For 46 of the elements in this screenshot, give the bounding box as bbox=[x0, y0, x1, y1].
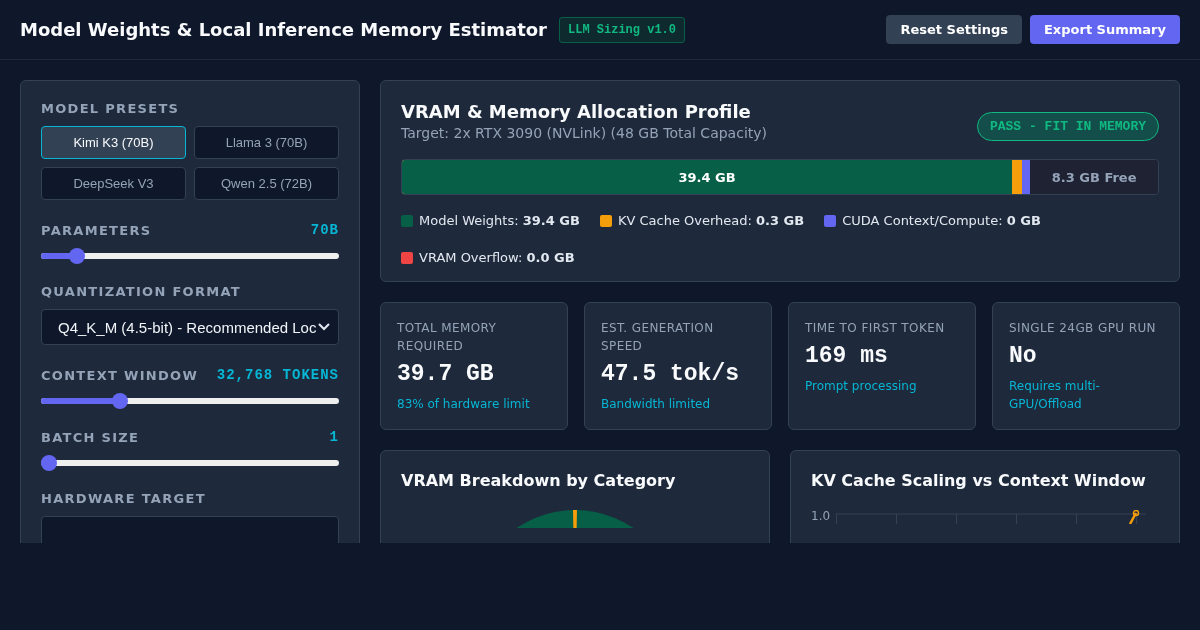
preset-button[interactable]: Llama 3 (70B) bbox=[194, 126, 339, 159]
free-label: 8.3 GB Free bbox=[1051, 169, 1137, 185]
stat-note: Requires multi-GPU/Offload bbox=[1009, 378, 1101, 413]
section-label: HARDWARE TARGET bbox=[41, 491, 207, 506]
card-title: KV Cache Scaling vs Context Window bbox=[811, 471, 1147, 490]
preset-button[interactable]: DeepSeek V3 bbox=[41, 167, 186, 200]
preset-button[interactable]: Qwen 2.5 (72B) bbox=[194, 167, 339, 200]
slider[interactable] bbox=[41, 455, 339, 471]
stat-note: Prompt processing bbox=[805, 378, 918, 395]
section-label: CONTEXT WINDOW bbox=[41, 367, 199, 383]
stat-value: 169 ms bbox=[805, 343, 889, 369]
legend-label: Model Weights: 39.4 GB bbox=[419, 213, 580, 228]
export-button[interactable]: Export Summary bbox=[1029, 15, 1180, 44]
card-title: VRAM Breakdown by Category bbox=[401, 471, 677, 490]
preset-button[interactable]: Kimi K3 (70B) bbox=[41, 126, 186, 159]
stat-value: 39.7 GB bbox=[397, 361, 495, 387]
reset-button[interactable]: Reset Settings bbox=[886, 15, 1022, 44]
chevron-down-icon bbox=[318, 323, 330, 331]
version-badge: LLM Sizing v1.0 bbox=[559, 16, 685, 43]
axis-tick-label: 1.0 bbox=[811, 510, 831, 522]
slider-value: 32,768 TOKENS bbox=[216, 367, 339, 383]
stat-label: EST. GENERATION SPEED bbox=[601, 320, 715, 355]
bar-segment: 39.4 GB bbox=[402, 160, 1013, 194]
stat-note: 83% of hardware limit bbox=[397, 396, 531, 413]
stat-note: Bandwidth limited bbox=[601, 396, 712, 413]
section-label: MODEL PRESETS bbox=[41, 101, 181, 116]
stat-label: TOTAL MEMORY REQUIRED bbox=[397, 320, 498, 355]
stat-value: 47.5 tok/s bbox=[601, 361, 741, 387]
stat-label: TIME TO FIRST TOKEN bbox=[805, 320, 946, 337]
section-label: BATCH SIZE bbox=[41, 429, 140, 445]
slider-value: 70B bbox=[310, 222, 339, 238]
slider[interactable] bbox=[41, 248, 339, 264]
quantization-select[interactable]: Q4_K_M (4.5-bit) - Recommended Loc bbox=[41, 309, 339, 345]
section-label: PARAMETERS bbox=[41, 222, 152, 238]
status-badge: PASS - FIT IN MEMORY bbox=[976, 112, 1159, 141]
stat-value: No bbox=[1009, 343, 1038, 369]
slider-value: 1 bbox=[329, 429, 339, 445]
legend-label: KV Cache Overhead: 0.3 GB bbox=[617, 213, 805, 228]
slider[interactable] bbox=[41, 393, 339, 409]
legend-label: VRAM Overflow: 0.0 GB bbox=[419, 250, 575, 265]
card-title: VRAM & Memory Allocation Profile bbox=[401, 101, 752, 122]
section-label: QUANTIZATION FORMAT bbox=[41, 284, 242, 299]
card-subtitle: Target: 2x RTX 3090 (NVLink) (48 GB Total Capacity) bbox=[401, 125, 768, 141]
legend-label: CUDA Context/Compute: 0 GB bbox=[842, 213, 1041, 228]
stat-label: SINGLE 24GB GPU RUN bbox=[1009, 320, 1157, 337]
app-title: Model Weights & Local Inference Memory Estimator bbox=[20, 19, 547, 40]
